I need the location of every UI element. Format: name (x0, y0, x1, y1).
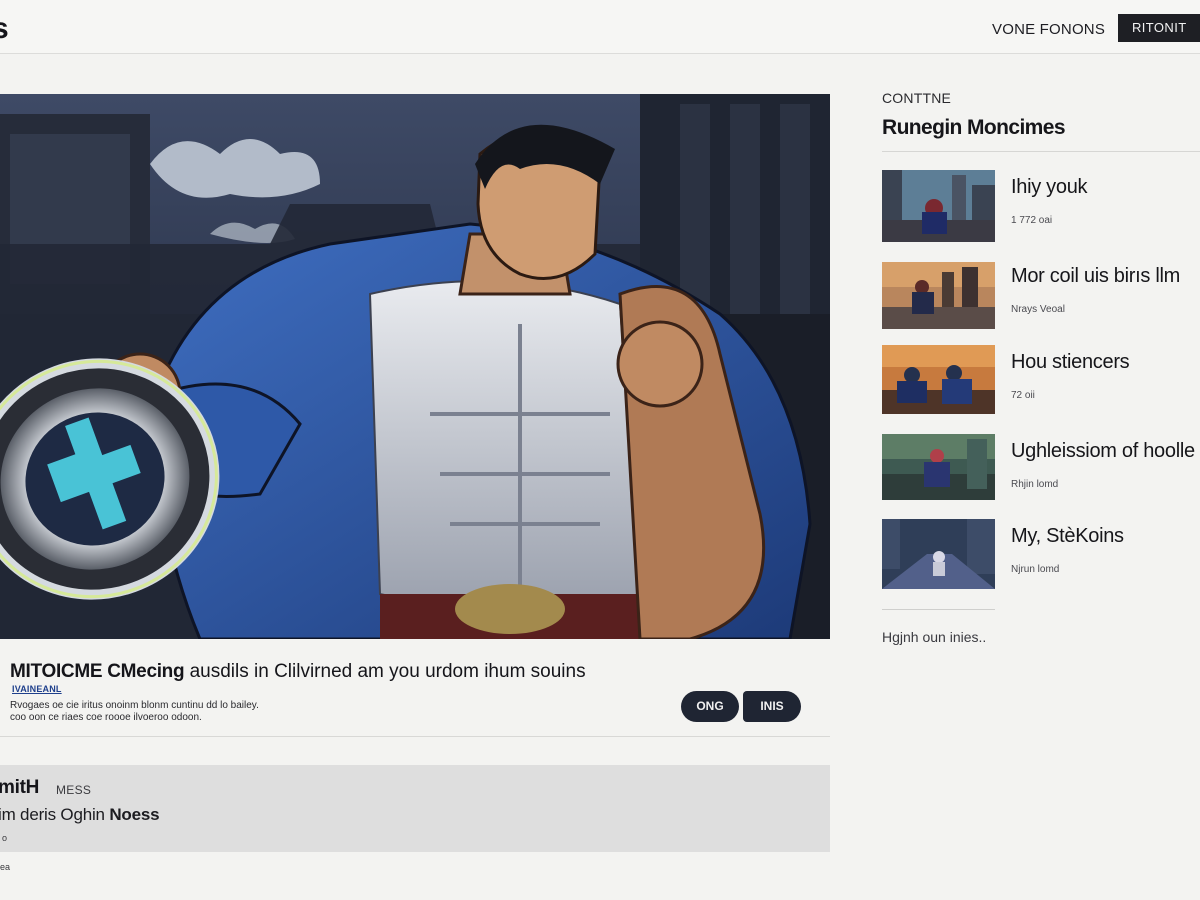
video-thumbnail[interactable] (882, 434, 995, 500)
video-title: MITOICME CMecing ausdils in Clilvirned a… (10, 661, 586, 683)
item-meta: 1 772 oai (1011, 215, 1053, 226)
page-footer-text: ea (0, 862, 11, 872)
divider (0, 736, 830, 737)
action-button-one[interactable]: ONG (681, 691, 739, 722)
sidebar-divider (882, 151, 1200, 152)
panel-heading: mitH (0, 777, 40, 798)
item-title[interactable]: My, StèKoins (1011, 525, 1124, 548)
panel-subtitle-strong: Noess (109, 805, 160, 824)
hero-illustration (0, 94, 830, 639)
site-logo[interactable]: s (0, 14, 9, 44)
video-thumbnail[interactable] (882, 170, 995, 242)
thumbnail-image (882, 519, 995, 589)
item-meta: 72 oii (1011, 390, 1035, 401)
nav-link[interactable]: VONE FONONS (992, 21, 1105, 38)
video-thumbnail[interactable] (882, 519, 995, 589)
video-description: Rvogaes oe cie iritus onoinm blonm cunti… (10, 700, 430, 724)
panel-subtitle: im deris Oghin Noess (0, 805, 160, 825)
video-thumbnail[interactable] (882, 262, 995, 329)
related-video-item[interactable]: Mor coil uis birıs llm Nrays Veoal (882, 259, 1200, 333)
related-video-item[interactable]: Hou stiencers 72 oii (882, 345, 1200, 419)
item-meta: Njrun lomd (1011, 564, 1060, 575)
panel-subtitle-lead: im deris Oghin (0, 805, 110, 824)
video-thumbnail[interactable] (882, 345, 995, 414)
nav-cta-button[interactable]: RITONIT (1118, 14, 1200, 42)
video-title-rest: ausdils in Clilvirned am you urdom ihum … (184, 661, 586, 682)
sidebar-title: Runegin Moncimes (882, 116, 1066, 139)
comments-panel: mitH MESS im deris Oghin Noess o (0, 765, 830, 852)
item-title[interactable]: Ughleissiom of hoolle (1011, 440, 1195, 463)
item-meta: Rhjin lomd (1011, 479, 1059, 490)
thumbnail-image (882, 262, 995, 329)
panel-foot: o (2, 833, 8, 843)
panel-kicker: MESS (56, 783, 92, 797)
thumbnail-image (882, 345, 995, 414)
hero-video-player[interactable] (0, 94, 830, 639)
related-video-item[interactable]: Ihiy youk 1 772 oai (882, 170, 1200, 244)
item-meta: Nrays Veoal (1011, 304, 1065, 315)
item-title[interactable]: Ihiy youk (1011, 176, 1088, 199)
item-title[interactable]: Mor coil uis birıs llm (1011, 265, 1180, 288)
thumbnail-image (882, 434, 995, 500)
video-title-lead: MITOICME CMecing (10, 661, 185, 682)
top-bar: s VONE FONONS RITONIT (0, 0, 1200, 54)
related-video-item[interactable]: My, StèKoins Njrun lomd (882, 519, 1200, 593)
description-line: Rvogaes oe cie iritus onoinm blonm cunti… (10, 700, 259, 711)
item-title[interactable]: Hou stiencers (1011, 351, 1130, 374)
channel-link[interactable]: IVAINEANL (12, 684, 62, 694)
related-video-item[interactable]: Ughleissiom of hoolle Rhjin lomd (882, 434, 1200, 508)
thumbnail-image (882, 170, 995, 242)
sidebar-divider (882, 609, 995, 610)
show-more-link[interactable]: Hgjnh oun inies.. (882, 629, 986, 645)
sidebar-kicker: CONTTNE (882, 90, 952, 106)
action-button-two[interactable]: INIS (743, 691, 801, 722)
description-line: coo oon ce riaes coe roooe ilvoeroo odoo… (10, 712, 202, 723)
